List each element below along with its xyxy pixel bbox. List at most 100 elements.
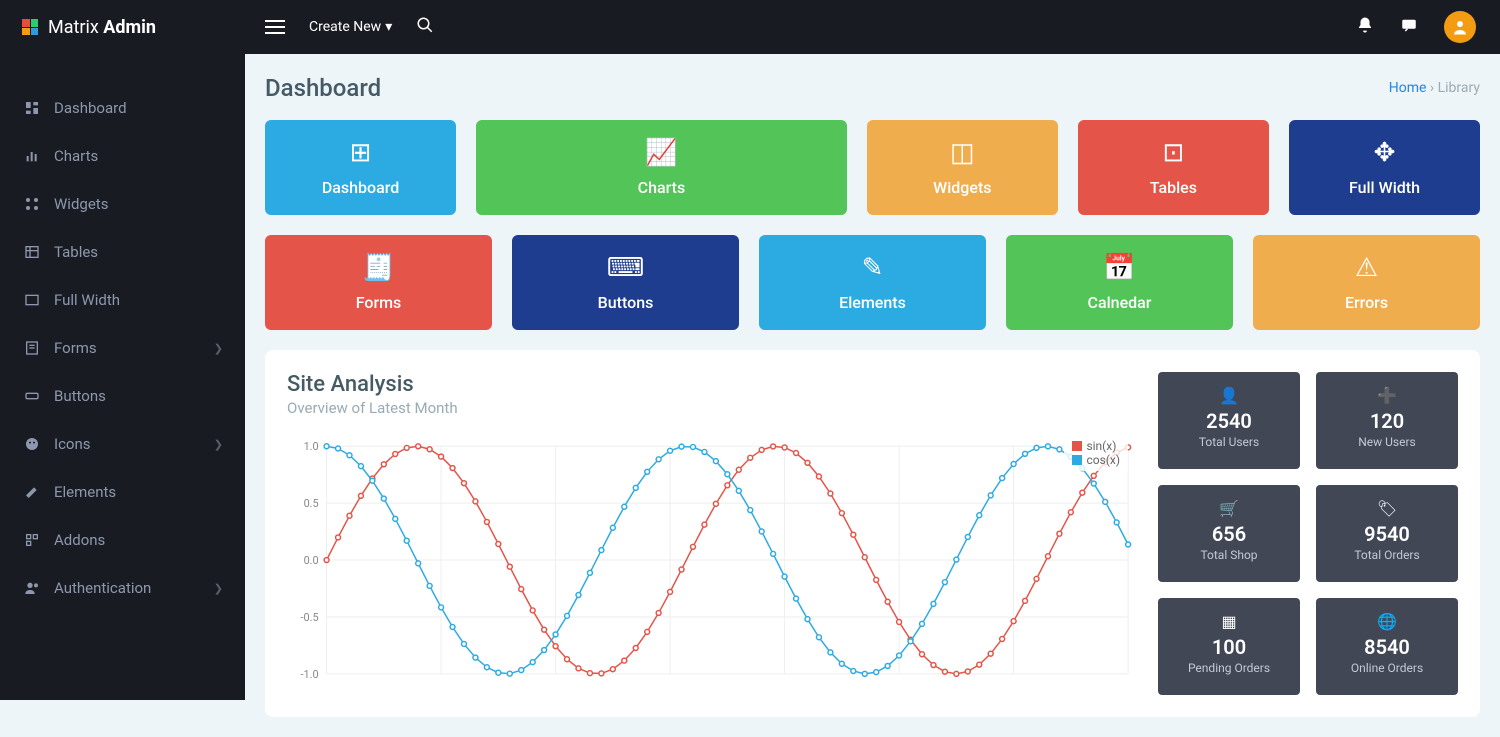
stat-label: Total Orders xyxy=(1324,548,1450,562)
stat-icon: 🌐 xyxy=(1324,612,1450,631)
tile-label: Tables xyxy=(1150,178,1197,197)
svg-text:-0.5: -0.5 xyxy=(301,611,319,624)
sidebar-item-tables[interactable]: Tables xyxy=(0,228,245,276)
tile-icon: ✎ xyxy=(769,253,976,283)
stat-total-orders: 🏷9540Total Orders xyxy=(1316,485,1458,582)
sidebar-item-full-width[interactable]: Full Width xyxy=(0,276,245,324)
tile-elements[interactable]: ✎ Elements xyxy=(759,235,986,330)
analysis-subtitle: Overview of Latest Month xyxy=(287,399,1138,417)
sidebar-item-forms[interactable]: Forms ❯ xyxy=(0,324,245,372)
site-analysis-card: Site Analysis Overview of Latest Month -… xyxy=(265,350,1480,717)
icons-icon xyxy=(22,436,42,452)
tiles-row-2: 🧾 Forms ⌨Buttons ✎ Elements 📅Calnedar⚠Errors xyxy=(265,235,1480,330)
tile-tables[interactable]: ⊡ Tables xyxy=(1078,120,1269,215)
chart-icon xyxy=(22,148,42,164)
sidebar-item-label: Forms xyxy=(54,339,97,357)
stat-icon: ▦ xyxy=(1166,612,1292,631)
fullwidth-icon xyxy=(22,292,42,308)
chevron-right-icon: ❯ xyxy=(214,582,223,595)
sidebar-item-buttons[interactable]: Buttons xyxy=(0,372,245,420)
sidebar-item-widgets[interactable]: Widgets xyxy=(0,180,245,228)
tile-label: Dashboard xyxy=(322,178,399,197)
tile-forms[interactable]: 🧾 Forms xyxy=(265,235,492,330)
tile-icon: ⊡ xyxy=(1088,138,1259,168)
breadcrumb: Home › Library xyxy=(1389,80,1480,96)
sidebar-item-authentication[interactable]: Authentication ❯ xyxy=(0,564,245,612)
chevron-down-icon: ▾ xyxy=(385,19,392,35)
stat-total-users: 👤2540Total Users xyxy=(1158,372,1300,469)
svg-text:0.0: 0.0 xyxy=(304,554,319,567)
tile-charts[interactable]: 📈 Charts xyxy=(476,120,847,215)
tiles-row-1: ⊞ Dashboard 📈 Charts ◫Widgets ⊡ Tables ✥ Full Wi… xyxy=(265,120,1480,215)
stat-number: 656 xyxy=(1166,522,1292,546)
stat-number: 120 xyxy=(1324,409,1450,433)
stat-number: 9540 xyxy=(1324,522,1450,546)
breadcrumb-home[interactable]: Home xyxy=(1389,80,1427,96)
chevron-right-icon: ❯ xyxy=(214,438,223,451)
sidebar-item-label: Charts xyxy=(54,147,98,165)
tile-dashboard[interactable]: ⊞ Dashboard xyxy=(265,120,456,215)
buttons-icon xyxy=(22,388,42,404)
tile-full-width[interactable]: ✥ Full Width xyxy=(1289,120,1480,215)
tile-icon: ◫ xyxy=(877,138,1048,168)
stat-label: Total Users xyxy=(1166,435,1292,449)
messages-icon[interactable] xyxy=(1400,16,1418,38)
chevron-right-icon: ❯ xyxy=(214,342,223,355)
logo-icon xyxy=(22,19,38,35)
sidebar-item-elements[interactable]: Elements xyxy=(0,468,245,516)
auth-icon xyxy=(22,580,42,596)
sidebar-item-label: Elements xyxy=(54,483,116,501)
stat-pending-orders: ▦100Pending Orders xyxy=(1158,598,1300,695)
sidebar-item-charts[interactable]: Charts xyxy=(0,132,245,180)
notifications-icon[interactable] xyxy=(1356,16,1374,38)
widgets-icon xyxy=(22,196,42,212)
legend-item: sin(x) xyxy=(1072,439,1120,453)
menu-toggle-icon[interactable] xyxy=(265,20,285,34)
sidebar-item-label: Tables xyxy=(54,243,98,261)
stat-icon: 🛒 xyxy=(1166,499,1292,518)
svg-text:-1.0: -1.0 xyxy=(301,668,319,681)
sidebar-item-dashboard[interactable]: Dashboard xyxy=(0,84,245,132)
sidebar-item-label: Authentication xyxy=(54,579,151,597)
search-icon[interactable] xyxy=(416,16,434,39)
main-content: Dashboard Home › Library ⊞ Dashboard 📈 Char… xyxy=(245,54,1500,737)
tile-icon: ✥ xyxy=(1299,138,1470,168)
sidebar-item-addons[interactable]: Addons xyxy=(0,516,245,564)
tile-buttons[interactable]: ⌨Buttons xyxy=(512,235,739,330)
stat-label: New Users xyxy=(1324,435,1450,449)
breadcrumb-current: Library xyxy=(1438,80,1480,96)
topbar-left: Create New▾ xyxy=(245,16,434,39)
dashboard-icon xyxy=(22,100,42,116)
legend-item: cos(x) xyxy=(1072,453,1120,467)
brand-logo[interactable]: Matrix Admin xyxy=(0,0,245,54)
stat-icon: 👤 xyxy=(1166,386,1292,405)
line-chart: -1.0-0.50.00.51.0 sin(x)cos(x) xyxy=(287,435,1138,695)
stat-online-orders: 🌐8540Online Orders xyxy=(1316,598,1458,695)
tile-label: Elements xyxy=(839,293,906,312)
sidebar-item-icons[interactable]: Icons ❯ xyxy=(0,420,245,468)
tile-widgets[interactable]: ◫Widgets xyxy=(867,120,1058,215)
tile-label: Calnedar xyxy=(1088,293,1152,312)
user-avatar[interactable] xyxy=(1444,11,1476,43)
brand-name: Matrix Admin xyxy=(48,17,156,38)
stat-label: Online Orders xyxy=(1324,661,1450,675)
create-new-dropdown[interactable]: Create New▾ xyxy=(309,19,392,35)
sidebar-item-label: Dashboard xyxy=(54,99,127,117)
tile-icon: ⊞ xyxy=(275,138,446,168)
topbar: Matrix Admin Create New▾ xyxy=(0,0,1500,54)
tile-icon: 🧾 xyxy=(275,253,482,283)
tile-label: Full Width xyxy=(1349,178,1420,197)
stat-total-shop: 🛒 656 Total Shop xyxy=(1158,485,1300,582)
svg-text:0.5: 0.5 xyxy=(304,497,319,510)
tile-icon: ⌨ xyxy=(522,253,729,283)
stat-label: Total Shop xyxy=(1166,548,1292,562)
sidebar-item-label: Icons xyxy=(54,435,91,453)
tile-label: Charts xyxy=(638,178,686,197)
tile-errors[interactable]: ⚠Errors xyxy=(1253,235,1480,330)
tile-icon: 📈 xyxy=(486,138,837,168)
sidebar-item-label: Full Width xyxy=(54,291,120,309)
table-icon xyxy=(22,244,42,260)
breadcrumb-sep: › xyxy=(1430,80,1438,96)
tile-label: Forms xyxy=(356,293,402,312)
tile-calnedar[interactable]: 📅Calnedar xyxy=(1006,235,1233,330)
